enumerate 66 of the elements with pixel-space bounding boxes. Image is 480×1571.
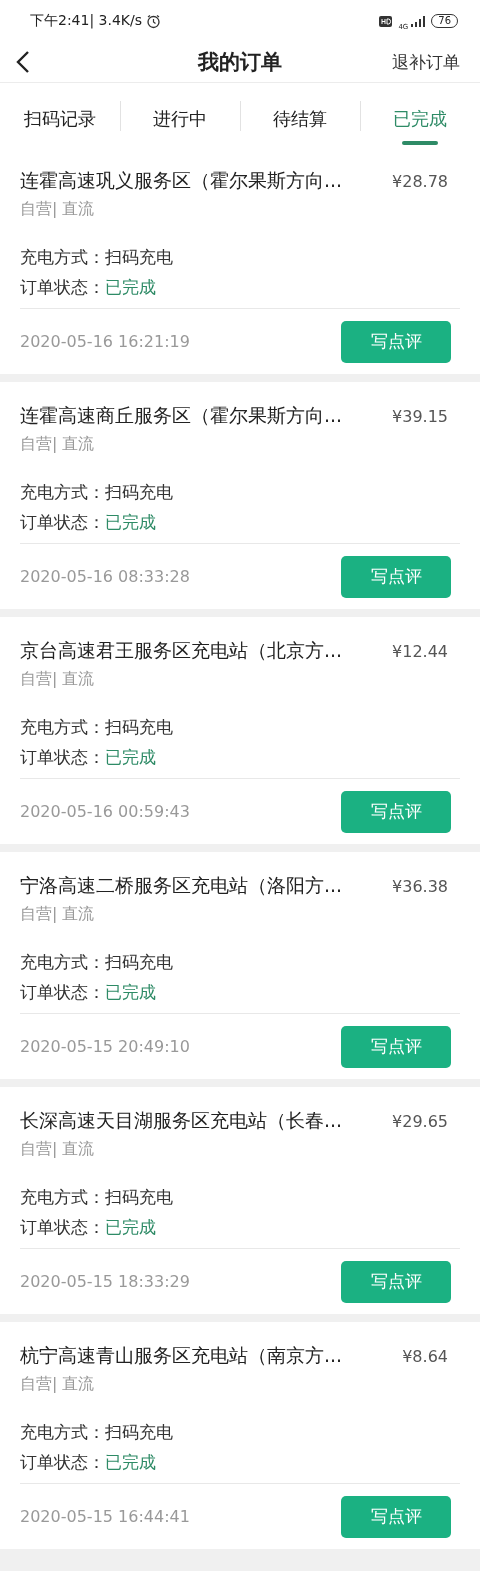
order-status: 已完成 [105,510,156,534]
review-button[interactable]: 写点评 [341,1495,451,1538]
status-time: 下午2:41| 3.4K/s [30,12,143,30]
alarm-icon [146,13,162,29]
order-tab[interactable]: 扫码记录 [24,107,96,131]
station-tags: 自营| 直流 [20,665,460,693]
station-tags: 自营| 直流 [20,900,460,928]
field-label: 充电方式： [20,245,105,269]
station-tags: 自营| 直流 [20,1135,460,1163]
review-button[interactable]: 写点评 [341,320,451,363]
order-price: ¥29.65 [392,1111,448,1131]
order-tab[interactable]: 进行中 [153,107,207,131]
order-price: ¥36.38 [392,876,448,896]
field-label: 订单状态： [20,980,105,1004]
field-label: 充电方式： [20,715,105,739]
field-label: 订单状态： [20,510,105,534]
station-tags: 自营| 直流 [20,1370,460,1398]
signal-icon [411,15,426,27]
review-button[interactable]: 写点评 [341,1025,451,1068]
station-name: 京台高速君王服务区充电站（北京方... [20,638,344,663]
field-label: 订单状态： [20,1450,105,1474]
order-price: ¥8.64 [402,1346,448,1366]
order-time: 2020-05-16 00:59:43 [20,802,191,821]
order-status: 已完成 [105,1450,156,1474]
field-label: 充电方式： [20,480,105,504]
order-time: 2020-05-16 16:21:19 [20,332,191,351]
order-time: 2020-05-16 08:33:28 [20,567,191,586]
station-name: 长深高速天目湖服务区充电站（长春... [20,1108,344,1133]
order-status: 已完成 [105,980,156,1004]
field-label: 订单状态： [20,1215,105,1239]
order-status: 已完成 [105,745,156,769]
field-label: 充电方式： [20,1420,105,1444]
order-price: ¥39.15 [392,406,448,426]
charge-method: 扫码充电 [105,480,173,504]
back-icon[interactable] [16,50,30,74]
field-label: 订单状态： [20,745,105,769]
station-tags: 自营| 直流 [20,195,460,223]
hd-icon [379,15,393,27]
page-title: 我的订单 [198,50,282,74]
order-price: ¥28.78 [392,171,448,191]
charge-method: 扫码充电 [105,1420,173,1444]
tab-indicator [402,141,438,145]
charge-method: 扫码充电 [105,950,173,974]
order-tab[interactable]: 待结算 [273,107,327,131]
station-name: 连霍高速商丘服务区（霍尔果斯方向... [20,403,344,428]
charge-method: 扫码充电 [105,715,173,739]
station-name: 连霍高速巩义服务区（霍尔果斯方向... [20,168,344,193]
order-time: 2020-05-15 20:49:10 [20,1037,191,1056]
field-label: 订单状态： [20,275,105,299]
review-button[interactable]: 写点评 [341,790,451,833]
order-status: 已完成 [105,1215,156,1239]
charge-method: 扫码充电 [105,1185,173,1209]
station-tags: 自营| 直流 [20,430,460,458]
review-button[interactable]: 写点评 [341,555,451,598]
charge-method: 扫码充电 [105,245,173,269]
field-label: 充电方式： [20,950,105,974]
field-label: 充电方式： [20,1185,105,1209]
order-tab[interactable]: 已完成 [393,107,447,131]
station-name: 宁洛高速二桥服务区充电站（洛阳方... [20,873,344,898]
order-time: 2020-05-15 16:44:41 [20,1507,191,1526]
review-button[interactable]: 写点评 [341,1260,451,1303]
order-status: 已完成 [105,275,156,299]
station-name: 杭宁高速青山服务区充电站（南京方... [20,1343,344,1368]
order-time: 2020-05-15 18:33:29 [20,1272,191,1291]
order-price: ¥12.44 [392,641,448,661]
refund-orders-link[interactable]: 退补订单 [392,50,460,74]
